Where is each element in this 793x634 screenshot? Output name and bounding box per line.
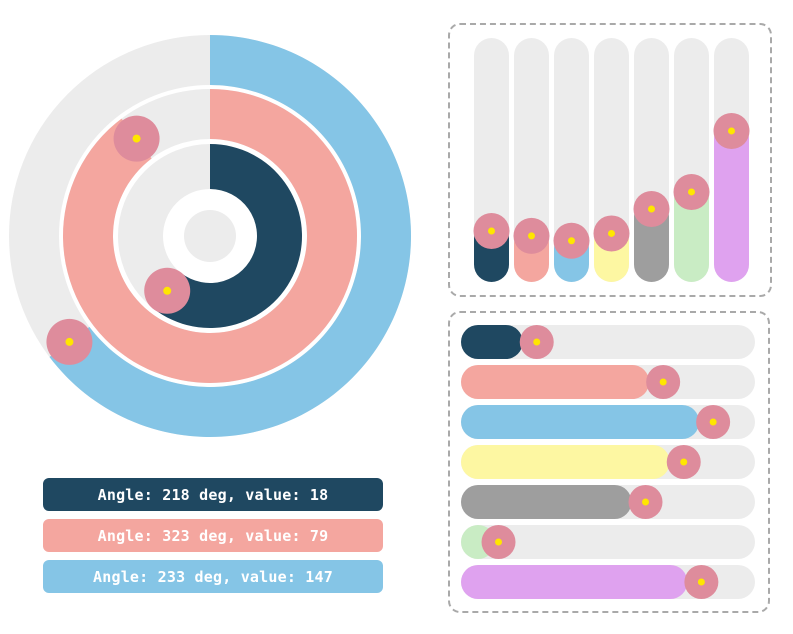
radial-handle-middle[interactable] bbox=[113, 115, 160, 162]
vertical-sliders bbox=[473, 38, 750, 283]
radial-handle-outer[interactable] bbox=[46, 318, 93, 365]
radial-handle-inner[interactable] bbox=[144, 267, 191, 314]
horizontal-slider-fill bbox=[461, 485, 632, 519]
horizontal-sliders bbox=[461, 325, 755, 599]
vertical-slider-1[interactable] bbox=[473, 38, 510, 282]
vertical-slider-3[interactable] bbox=[553, 38, 590, 282]
radial-center-hub bbox=[184, 210, 236, 262]
vertical-slider-handle[interactable] bbox=[473, 213, 510, 249]
vertical-sliders-panel bbox=[448, 23, 772, 297]
horizontal-slider-6[interactable] bbox=[461, 525, 755, 559]
horizontal-slider-fill bbox=[461, 565, 688, 599]
horizontal-slider-handle[interactable] bbox=[481, 525, 516, 559]
radial-slider-group[interactable] bbox=[0, 0, 420, 450]
horizontal-slider-handle[interactable] bbox=[666, 445, 701, 479]
horizontal-slider-handle[interactable] bbox=[519, 325, 554, 359]
readout-outer: Angle: 233 deg, value: 147 bbox=[43, 560, 383, 593]
vertical-slider-handle[interactable] bbox=[553, 222, 590, 259]
horizontal-slider-fill bbox=[461, 445, 670, 479]
vertical-slider-handle[interactable] bbox=[513, 217, 550, 254]
horizontal-slider-handle[interactable] bbox=[646, 365, 681, 399]
vertical-slider-handle[interactable] bbox=[713, 112, 750, 149]
horizontal-slider-fill bbox=[461, 325, 523, 359]
vertical-slider-handle[interactable] bbox=[593, 215, 630, 252]
horizontal-slider-fill bbox=[461, 365, 650, 399]
horizontal-slider-7[interactable] bbox=[461, 565, 755, 599]
vertical-slider-handle[interactable] bbox=[633, 191, 670, 228]
horizontal-slider-handle[interactable] bbox=[696, 405, 731, 439]
horizontal-slider-2[interactable] bbox=[461, 365, 755, 399]
vertical-slider-7[interactable] bbox=[713, 38, 750, 283]
horizontal-slider-handle[interactable] bbox=[684, 565, 719, 599]
vertical-slider-4[interactable] bbox=[593, 38, 630, 282]
vertical-slider-5[interactable] bbox=[633, 38, 670, 282]
vertical-slider-handle[interactable] bbox=[673, 173, 710, 210]
vertical-slider-2[interactable] bbox=[513, 38, 550, 282]
readout-inner: Angle: 218 deg, value: 18 bbox=[43, 478, 383, 511]
horizontal-slider-handle[interactable] bbox=[628, 485, 663, 519]
horizontal-sliders-panel bbox=[448, 311, 770, 613]
horizontal-slider-3[interactable] bbox=[461, 405, 755, 439]
horizontal-slider-5[interactable] bbox=[461, 485, 755, 519]
horizontal-slider-4[interactable] bbox=[461, 445, 755, 479]
vertical-slider-6[interactable] bbox=[673, 38, 710, 282]
horizontal-slider-1[interactable] bbox=[461, 325, 755, 359]
horizontal-slider-fill bbox=[461, 405, 700, 439]
readout-middle: Angle: 323 deg, value: 79 bbox=[43, 519, 383, 552]
